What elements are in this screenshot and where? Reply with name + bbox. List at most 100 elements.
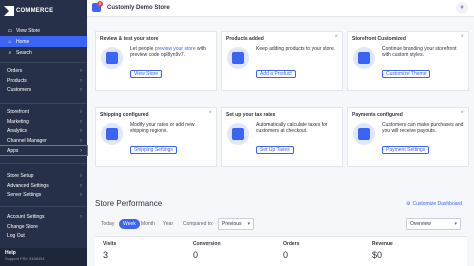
help-panel[interactable]: Help Support PIN: 9468454 xyxy=(0,248,87,266)
monitor-icon xyxy=(353,47,375,69)
sidebar-item-analytics[interactable]: Analytics › xyxy=(0,126,87,136)
sidebar-item-label: Server Settings xyxy=(7,192,42,199)
sidebar-item-server-settings[interactable]: Server Settings › xyxy=(0,190,87,200)
stat-conversion: Conversion 0 xyxy=(193,241,221,260)
sidebar-item-label: Search xyxy=(16,49,32,56)
credit-card-icon xyxy=(353,123,375,145)
chevron-right-icon: › xyxy=(80,118,82,125)
set-up-taxes-button[interactable]: Set Up Taxes xyxy=(256,146,294,154)
chevron-right-icon: › xyxy=(80,128,82,135)
close-icon[interactable]: × xyxy=(460,110,464,116)
stat-value: 0 xyxy=(193,250,199,260)
chevron-right-icon: › xyxy=(80,147,82,154)
sidebar-group-account: Account Settings › Change Store Log Out xyxy=(0,212,87,241)
compared-select[interactable]: Previous ▾ xyxy=(218,218,254,230)
sidebar-item-products[interactable]: Products › xyxy=(0,76,87,86)
sidebar-item-orders[interactable]: Orders › xyxy=(0,66,87,76)
card-title: Review & test your store xyxy=(100,36,159,42)
customize-theme-button[interactable]: Customize Theme xyxy=(382,70,431,78)
sidebar-item-label: Advanced Settings xyxy=(7,182,49,189)
customize-dashboard-link[interactable]: ⚙ Customize Dashboard xyxy=(406,201,462,207)
preview-store-link[interactable]: preview your store xyxy=(155,46,196,52)
calculator-icon xyxy=(227,123,249,145)
card-title: Products added xyxy=(226,36,264,42)
sidebar-item-channel-manager[interactable]: Channel Manager › xyxy=(0,136,87,146)
sidebar-item-label: Log Out xyxy=(7,233,25,240)
sidebar-item-label: Change Store xyxy=(7,223,38,230)
sidebar-item-label: Customers xyxy=(7,87,32,94)
chevron-right-icon: › xyxy=(80,182,82,189)
sidebar-item-label: Account Settings xyxy=(7,213,45,220)
sidebar-item-view-store[interactable]: ▭ View Store xyxy=(0,25,87,36)
period-today[interactable]: Today xyxy=(101,219,114,229)
sidebar-item-storefront[interactable]: Storefront › xyxy=(0,107,87,117)
period-month[interactable]: Month xyxy=(141,219,155,229)
chevron-right-icon: › xyxy=(80,77,82,84)
view-value: Overview xyxy=(410,221,431,227)
stat-value: 0 xyxy=(283,250,289,260)
card-body: Modify your rates or add new shipping re… xyxy=(130,122,195,135)
sidebar-item-label: Store Setup xyxy=(7,172,34,179)
sidebar-item-apps[interactable]: Apps › xyxy=(0,144,88,157)
chevron-right-icon: › xyxy=(80,213,82,220)
stat-value: $0 xyxy=(372,250,383,260)
stat-label: Revenue xyxy=(372,241,393,247)
shipping-settings-button[interactable]: Shipping Settings xyxy=(130,146,177,154)
sidebar-item-advanced-settings[interactable]: Advanced Settings › xyxy=(0,181,87,191)
sidebar-item-customers[interactable]: Customers › xyxy=(0,85,87,95)
period-year[interactable]: Year xyxy=(163,219,173,229)
sidebar-item-log-out[interactable]: Log Out xyxy=(0,231,87,241)
sidebar-item-change-store[interactable]: Change Store xyxy=(0,222,87,232)
sidebar-primary: ▭ View Store ⌂ Home ⌕ Search xyxy=(0,25,87,58)
sidebar-item-search[interactable]: ⌕ Search xyxy=(0,47,87,58)
sidebar-item-marketing[interactable]: Marketing › xyxy=(0,117,87,127)
search-icon: ⌕ xyxy=(8,49,12,56)
chevron-right-icon: › xyxy=(80,137,82,144)
gear-icon: ⚙ xyxy=(406,201,411,207)
product-box-icon xyxy=(227,47,249,69)
view-store-button[interactable]: View Store xyxy=(130,70,163,78)
stat-label: Orders xyxy=(283,241,300,247)
notification-badge: 5 xyxy=(97,1,103,7)
sidebar-item-label: Marketing xyxy=(7,118,29,125)
sidebar-item-label: Home xyxy=(16,38,30,45)
brand-logo[interactable]: COMMERCE xyxy=(4,5,53,17)
sidebar-item-label: Analytics xyxy=(7,128,28,135)
stat-orders: Orders 0 xyxy=(283,241,299,260)
card-payments-configured: Payments configured × Customers can make… xyxy=(347,107,469,167)
brand-name: COMMERCE xyxy=(16,8,54,14)
payment-settings-button[interactable]: Payment Settings xyxy=(382,146,430,154)
add-product-button[interactable]: Add a Product xyxy=(256,70,296,78)
sidebar-divider xyxy=(0,163,87,164)
card-review-store: Review & test your store Let people prev… xyxy=(95,31,217,91)
card-products-added: Products added × Keep adding products to… xyxy=(221,31,343,91)
view-select[interactable]: Overview ▾ xyxy=(406,218,461,230)
close-icon[interactable]: × xyxy=(208,110,212,116)
sidebar-group-channels: Storefront › Marketing › Analytics › Channe… xyxy=(0,107,88,157)
card-title: Storefront Customized xyxy=(352,36,406,42)
store-name: Customly Demo Store xyxy=(107,5,170,11)
sidebar-item-label: Apps xyxy=(7,147,19,154)
close-icon[interactable]: × xyxy=(460,34,464,40)
chevron-right-icon: › xyxy=(80,108,82,115)
lightbulb-icon[interactable]: ♦ xyxy=(456,2,468,14)
card-title: Set up your tax rates xyxy=(226,112,276,118)
performance-controls: Today Week Month Year Compared to: Previ… xyxy=(95,218,467,232)
period-week[interactable]: Week xyxy=(119,219,140,229)
stat-label: Visits xyxy=(103,241,117,247)
sidebar-item-home[interactable]: ⌂ Home xyxy=(0,36,87,47)
sidebar-item-label: Storefront xyxy=(7,108,29,115)
card-body-text: Let people xyxy=(130,46,155,52)
sidebar-item-account-settings[interactable]: Account Settings › xyxy=(0,212,87,222)
sidebar-group-settings: Store Setup › Advanced Settings › Server S… xyxy=(0,171,87,200)
sidebar-item-label: Products xyxy=(7,77,27,84)
performance-stats: Visits 3 Conversion 0 Orders 0 Revenue $… xyxy=(95,236,467,266)
stat-label: Conversion xyxy=(193,241,221,247)
sidebar-divider xyxy=(0,62,87,63)
brand-mark-icon xyxy=(4,6,14,16)
card-body: Automatically calculate taxes for custom… xyxy=(256,122,328,135)
chevron-right-icon: › xyxy=(80,172,82,179)
card-body: Customers can make purchases and you wil… xyxy=(382,122,464,135)
close-icon[interactable]: × xyxy=(334,34,338,40)
sidebar-item-store-setup[interactable]: Store Setup › xyxy=(0,171,87,181)
